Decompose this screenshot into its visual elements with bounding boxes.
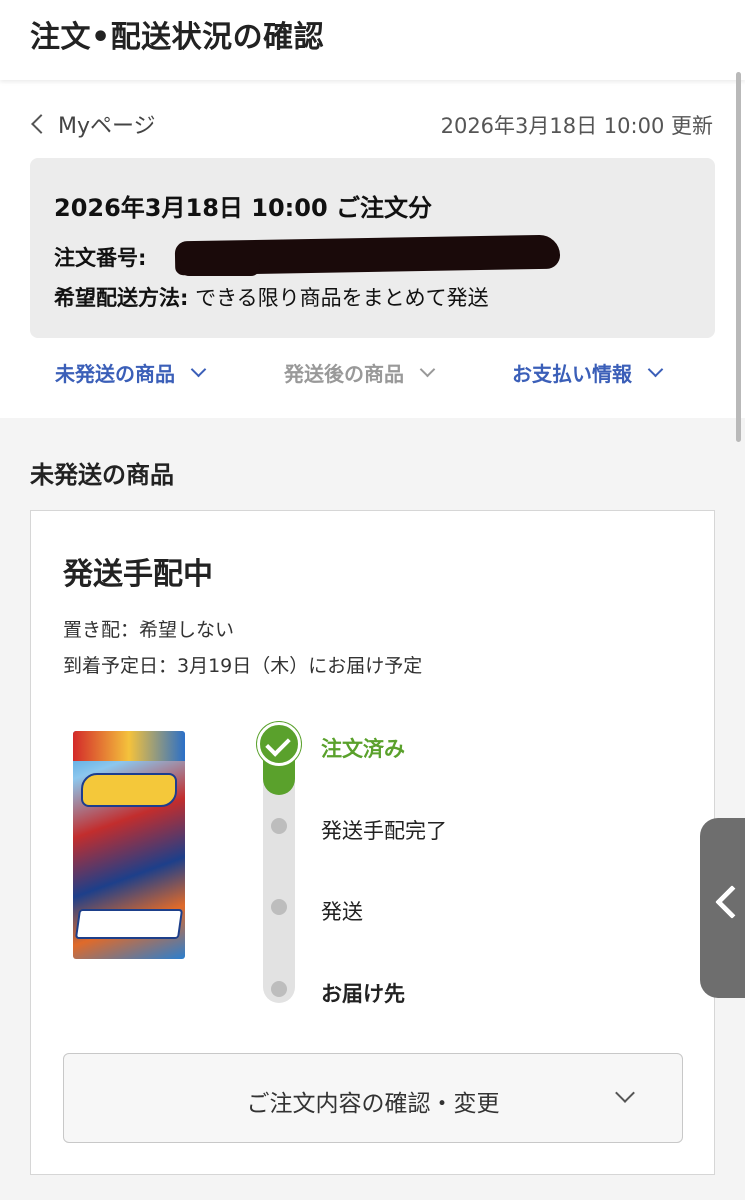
step-shipped: 発送 — [321, 900, 363, 924]
scrollbar[interactable] — [736, 72, 741, 442]
section-title: 未発送の商品 — [30, 461, 174, 489]
tab-payment[interactable]: お支払い情報 — [512, 358, 664, 387]
page-header: 注文•配送状況の確認 — [0, 0, 745, 80]
step-delivery-address: お届け先 — [321, 982, 405, 1006]
delivery-method-label: 希望配送方法: — [54, 286, 189, 310]
estimated-arrival: 到着予定日：3月19日（木）にお届け予定 — [63, 655, 423, 677]
pack-title-graphic — [74, 909, 184, 939]
tab-shipped[interactable]: 発送後の商品 — [284, 358, 436, 387]
redaction-mark — [180, 258, 260, 276]
product-image[interactable] — [73, 731, 185, 959]
order-info-box: 2026年3月18日 10:00 ご注文分 注文番号: 希望配送方法: できる限… — [30, 158, 715, 338]
step-preparation-complete: 発送手配完了 — [321, 819, 447, 843]
confirm-order-label: ご注文内容の確認・変更 — [246, 1091, 500, 1117]
section-tabs: 未発送の商品 発送後の商品 お支払い情報 — [0, 358, 745, 398]
back-to-mypage-link[interactable]: Myページ — [30, 108, 156, 140]
chevron-down-icon — [190, 361, 207, 378]
tab-label: 未発送の商品 — [55, 362, 175, 386]
chevron-down-icon — [419, 361, 436, 378]
updated-timestamp: 2026年3月18日 10:00 更新 — [440, 114, 713, 138]
pack-logo-graphic — [81, 773, 177, 807]
back-link-label: Myページ — [58, 114, 156, 139]
chevron-left-icon — [31, 114, 51, 134]
tab-unshipped[interactable]: 未発送の商品 — [55, 358, 207, 387]
tab-label: お支払い情報 — [512, 362, 632, 386]
shipment-card: 発送手配中 置き配：希望しない 到着予定日：3月19日（木）にお届け予定 注文済… — [30, 510, 715, 1175]
step-ordered: 注文済み — [321, 737, 405, 761]
drop-off-preference: 置き配：希望しない — [63, 619, 235, 641]
confirm-order-button[interactable]: ご注文内容の確認・変更 — [63, 1053, 683, 1143]
chevron-down-icon — [647, 361, 664, 378]
step-dot — [271, 899, 287, 915]
tab-label: 発送後の商品 — [284, 362, 404, 386]
chevron-left-icon — [715, 885, 745, 919]
delivery-method-value: できる限り商品をまとめて発送 — [195, 286, 489, 310]
check-icon — [257, 722, 301, 766]
delivery-method-row: 希望配送方法: できる限り商品をまとめて発送 — [54, 282, 489, 312]
order-date: 2026年3月18日 10:00 ご注文分 — [54, 194, 432, 222]
shipment-status: 発送手配中 — [63, 557, 213, 592]
step-dot — [271, 981, 287, 997]
side-panel-toggle[interactable] — [700, 818, 745, 998]
order-number-label: 注文番号: — [54, 246, 147, 270]
step-dot — [271, 818, 287, 834]
pack-header-graphic — [73, 731, 185, 761]
page-title: 注文•配送状況の確認 — [30, 20, 325, 55]
